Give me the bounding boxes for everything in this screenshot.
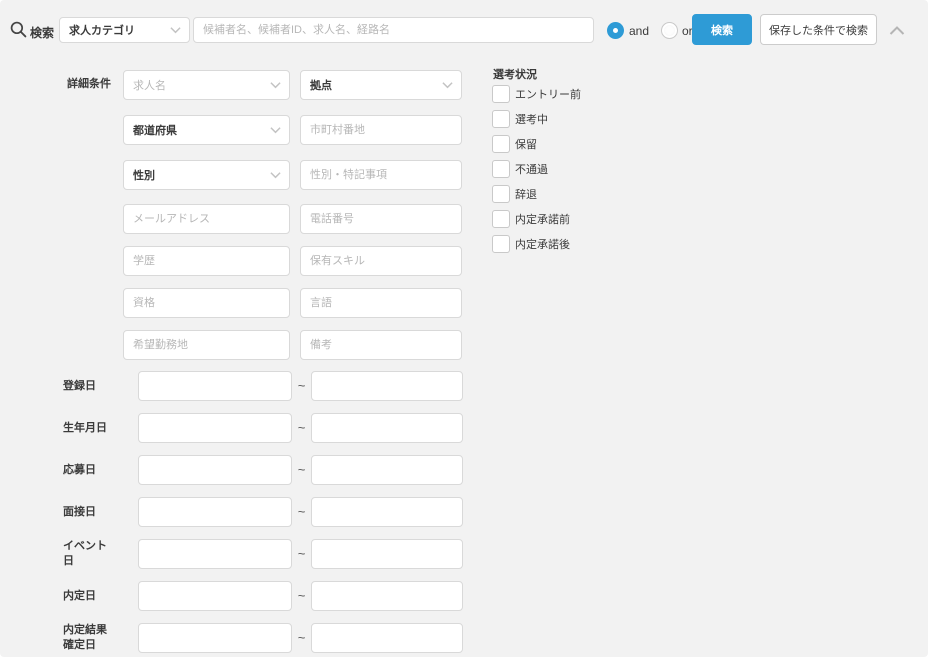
status-option-on-hold[interactable]: 保留 (492, 135, 537, 153)
education-input[interactable] (123, 246, 290, 276)
birth-date-to-input[interactable] (311, 413, 463, 443)
qualifications-input[interactable] (123, 288, 290, 318)
range-separator: ~ (297, 462, 306, 477)
registration-date-label: 登録日 (63, 379, 96, 392)
preferred-location-input[interactable] (123, 330, 290, 360)
offer-date-from-input[interactable] (138, 581, 292, 611)
phone-input[interactable] (300, 204, 462, 234)
event-date-to-input[interactable] (311, 539, 463, 569)
and-radio-label: and (629, 24, 650, 38)
status-option-declined[interactable]: 辞退 (492, 185, 537, 203)
range-separator: ~ (297, 588, 306, 603)
application-date-from-input[interactable] (138, 455, 292, 485)
city-address-input[interactable] (300, 115, 462, 145)
email-input[interactable] (123, 204, 290, 234)
keyword-search-input[interactable] (193, 17, 594, 43)
status-option-rejected[interactable]: 不通過 (492, 160, 548, 178)
chevron-down-icon (442, 82, 453, 89)
location-select-value: 拠点 (310, 80, 332, 92)
range-separator: ~ (297, 420, 306, 435)
status-option-pre-entry[interactable]: エントリー前 (492, 85, 581, 103)
and-radio[interactable] (607, 22, 624, 39)
birth-date-from-input[interactable] (138, 413, 292, 443)
offer-date-label: 内定日 (63, 589, 96, 602)
checkbox[interactable] (492, 210, 510, 228)
offer-result-date-to-input[interactable] (311, 623, 463, 653)
range-separator: ~ (297, 504, 306, 519)
gender-notes-input[interactable] (300, 160, 462, 190)
application-date-to-input[interactable] (311, 455, 463, 485)
saved-conditions-search-button[interactable]: 保存した条件で検索 (760, 14, 877, 45)
range-separator: ~ (297, 546, 306, 561)
selection-status-label: 選考状況 (493, 69, 537, 81)
search-button[interactable]: 検索 (692, 14, 752, 45)
search-label: 検索 (30, 26, 55, 40)
job-category-select-value: 求人カテゴリ (69, 25, 135, 37)
checkbox[interactable] (492, 185, 510, 203)
collapse-panel-control[interactable] (888, 22, 906, 38)
chevron-down-icon (270, 172, 281, 179)
job-name-select[interactable]: 求人名 (123, 70, 290, 100)
offer-result-date-label: 内定結果確定日 (63, 624, 107, 651)
registration-date-from-input[interactable] (138, 371, 292, 401)
status-option-pre-offer-acceptance[interactable]: 内定承諾前 (492, 210, 570, 228)
chevron-down-icon (270, 82, 281, 89)
offer-date-to-input[interactable] (311, 581, 463, 611)
event-date-from-input[interactable] (138, 539, 292, 569)
prefecture-select[interactable]: 都道府県 (123, 115, 290, 145)
checkbox[interactable] (492, 235, 510, 253)
advanced-search-panel: 検索 求人カテゴリ and or 検索 保存した条件で検索 詳細条件 求人名 拠… (0, 0, 928, 657)
checkbox[interactable] (492, 110, 510, 128)
birth-date-label: 生年月日 (63, 421, 107, 434)
range-separator: ~ (297, 630, 306, 645)
status-option-in-screening[interactable]: 選考中 (492, 110, 548, 128)
interview-date-from-input[interactable] (138, 497, 292, 527)
interview-date-to-input[interactable] (311, 497, 463, 527)
gender-select[interactable]: 性別 (123, 160, 290, 190)
status-option-post-offer-acceptance[interactable]: 内定承諾後 (492, 235, 570, 253)
search-panel-page: 検索 求人カテゴリ and or 検索 保存した条件で検索 詳細条件 求人名 拠… (0, 0, 928, 671)
interview-date-label: 面接日 (63, 505, 96, 518)
checkbox[interactable] (492, 135, 510, 153)
gender-select-value: 性別 (133, 170, 155, 182)
skills-input[interactable] (300, 246, 462, 276)
remarks-input[interactable] (300, 330, 462, 360)
registration-date-to-input[interactable] (311, 371, 463, 401)
chevron-down-icon (270, 127, 281, 134)
event-date-label: イベント日 (63, 540, 107, 567)
prefecture-select-value: 都道府県 (133, 125, 177, 137)
application-date-label: 応募日 (63, 463, 96, 476)
or-radio[interactable] (661, 22, 678, 39)
search-icon (10, 21, 27, 38)
checkbox[interactable] (492, 160, 510, 178)
chevron-down-icon (170, 27, 181, 34)
languages-input[interactable] (300, 288, 462, 318)
location-select[interactable]: 拠点 (300, 70, 462, 100)
job-category-select[interactable]: 求人カテゴリ (59, 17, 190, 43)
chevron-up-icon (889, 25, 905, 35)
checkbox[interactable] (492, 85, 510, 103)
range-separator: ~ (297, 378, 306, 393)
job-name-select-value: 求人名 (133, 80, 166, 92)
detail-conditions-label: 詳細条件 (67, 78, 111, 90)
offer-result-date-from-input[interactable] (138, 623, 292, 653)
